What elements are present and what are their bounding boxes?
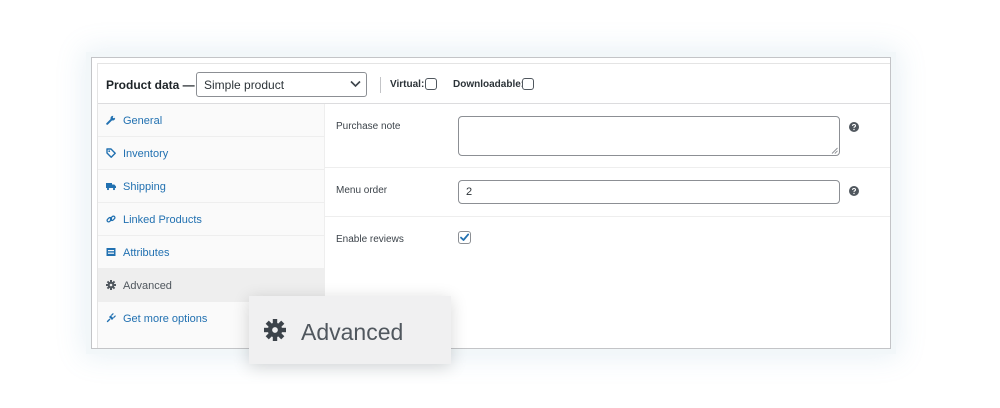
product-data-header: Product data — Simple product Virtual: D…: [98, 64, 890, 104]
plugin-icon: [106, 313, 116, 323]
downloadable-checkbox[interactable]: [522, 78, 534, 90]
purchase-note-row: Purchase note: [325, 104, 890, 168]
resize-handle-icon[interactable]: [831, 147, 838, 154]
tab-label: Advanced: [123, 280, 172, 292]
tab-label: Shipping: [123, 181, 166, 193]
enable-reviews-row: Enable reviews: [325, 217, 890, 261]
tab-general[interactable]: General: [98, 104, 324, 137]
menu-order-row: Menu order 2: [325, 168, 890, 217]
enable-reviews-checkbox[interactable]: [458, 231, 471, 244]
tab-label: Inventory: [123, 148, 169, 160]
tab-label: General: [123, 115, 163, 127]
advanced-tab-callout: Advanced: [249, 296, 451, 364]
purchase-note-textarea[interactable]: [458, 116, 840, 156]
help-icon[interactable]: [849, 122, 859, 132]
tab-label: Linked Products: [123, 214, 202, 226]
menu-order-label: Menu order: [336, 185, 388, 196]
virtual-label: Virtual:: [390, 79, 425, 90]
tab-attributes[interactable]: Attributes: [98, 236, 324, 269]
chevron-down-icon: [350, 80, 361, 88]
product-data-panel: Product data — Simple product Virtual: D…: [91, 57, 891, 349]
gear-icon: [264, 319, 286, 341]
tab-linked-products[interactable]: Linked Products: [98, 203, 324, 236]
product-data-inner: Product data — Simple product Virtual: D…: [97, 63, 890, 348]
enable-reviews-label: Enable reviews: [336, 234, 404, 245]
tab-label: Get more options: [123, 313, 208, 325]
gear-icon: [106, 280, 116, 290]
truck-icon: [106, 183, 116, 191]
downloadable-label: Downloadable:: [453, 79, 525, 90]
menu-order-input[interactable]: 2: [458, 180, 840, 204]
help-icon[interactable]: [849, 186, 859, 196]
checkmark-icon: [460, 233, 470, 241]
list-icon: [106, 248, 116, 256]
wrench-icon: [106, 115, 116, 125]
product-type-select[interactable]: Simple product: [196, 72, 367, 97]
product-data-title: Product data —: [106, 78, 195, 92]
tab-inventory[interactable]: Inventory: [98, 137, 324, 170]
purchase-note-label: Purchase note: [336, 121, 401, 132]
tag-icon: [106, 148, 116, 158]
virtual-checkbox[interactable]: [425, 78, 437, 90]
product-type-value: Simple product: [204, 78, 285, 92]
tab-shipping[interactable]: Shipping: [98, 170, 324, 203]
menu-order-value: 2: [466, 186, 473, 198]
link-icon: [106, 215, 116, 223]
callout-label: Advanced: [301, 319, 404, 345]
tab-label: Attributes: [123, 247, 170, 259]
header-divider: [380, 77, 381, 93]
